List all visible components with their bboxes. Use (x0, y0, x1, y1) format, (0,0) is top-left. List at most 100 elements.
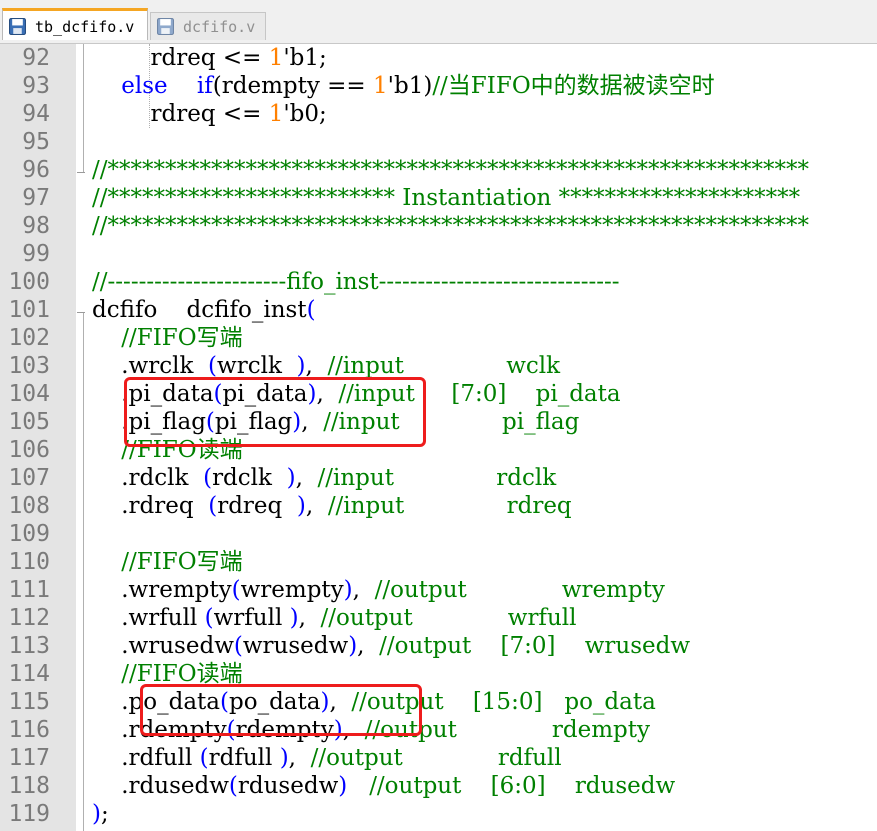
code-token: rdreq <= (92, 45, 269, 71)
code-token: //output wrfull (320, 605, 577, 631)
code-token: //-----------------------fifo_inst------… (92, 269, 620, 295)
line-number: 113 (8, 633, 50, 659)
code-line[interactable]: 118 .rdusedw(rdusedw) //output [6:0] rdu… (0, 772, 877, 800)
code-token: ( (203, 465, 213, 491)
code-token: ) (296, 493, 306, 519)
code-token: .wrusedw (92, 633, 234, 659)
code-token: .wrfull (92, 605, 205, 631)
line-number: 105 (8, 409, 50, 435)
code-token: ) (348, 633, 358, 659)
line-number: 98 (22, 213, 50, 239)
code-line[interactable]: 108 .rdreq (rdreq ), //input rdreq (0, 492, 877, 520)
code-token: //input rdclk (317, 465, 557, 491)
code-token: ) (286, 465, 296, 491)
code-text: .wrfull (wrfull ), //output wrfull (92, 604, 576, 632)
tab-dcfifo[interactable]: dcfifo.v (150, 12, 266, 40)
code-token: wrclk (217, 353, 297, 379)
code-line[interactable]: 119); (0, 800, 877, 828)
code-token: .rdclk (92, 465, 204, 491)
code-token: wrempty (240, 577, 344, 603)
code-token: 'b1; (283, 45, 327, 71)
code-line[interactable]: 110 //FIFO写端 (0, 548, 877, 576)
code-line[interactable]: 111 .wrempty(wrempty), //output wrempty (0, 576, 877, 604)
code-text: ); (92, 800, 109, 828)
code-line[interactable]: 96 //************************************… (0, 156, 877, 184)
code-token: rdfull (208, 745, 280, 771)
code-text: //**************************************… (92, 156, 809, 184)
code-line[interactable]: 109 (0, 520, 877, 548)
highlight-box-po-data (140, 684, 422, 736)
code-token: ( (204, 605, 214, 631)
code-text: dcfifo dcfifo_inst( (92, 296, 316, 324)
line-number: 118 (8, 773, 50, 799)
code-line[interactable]: 117 .rdfull (rdfull ), //output rdfull (0, 744, 877, 772)
line-number: 109 (8, 521, 50, 547)
code-text: .rdreq (rdreq ), //input rdreq (92, 492, 571, 520)
code-text: //**************************************… (92, 212, 809, 240)
code-token: (rdempty == (212, 73, 374, 99)
code-token: //************************* Instantiatio… (92, 185, 801, 211)
code-token: .rdfull (92, 745, 200, 771)
code-line[interactable]: 100 //-----------------------fifo_inst---… (0, 268, 877, 296)
code-token: rdreq (217, 493, 297, 519)
code-line[interactable]: 113 .wrusedw(wrusedw), //output [7:0] wr… (0, 632, 877, 660)
code-token: , (305, 353, 328, 379)
code-line[interactable]: 103 .wrclk (wrclk ), //input wclk (0, 352, 877, 380)
code-line[interactable]: 101 dcfifo dcfifo_inst( (0, 296, 877, 324)
code-token: ) (343, 577, 353, 603)
code-token: , (352, 577, 375, 603)
code-line[interactable]: 93 else if(rdempty == 1'b1)//当FIFO中的数据被读… (0, 72, 877, 100)
code-token: ) (289, 605, 299, 631)
code-token: ( (306, 297, 316, 323)
code-token: 1 (268, 45, 284, 71)
code-text: else if(rdempty == 1'b1)//当FIFO中的数据被读空时 (92, 72, 715, 100)
code-token: , (305, 493, 328, 519)
code-text: //-----------------------fifo_inst------… (92, 268, 620, 296)
code-line[interactable]: 99 (0, 240, 877, 268)
code-line[interactable]: 94 rdreq <= 1'b0; (0, 100, 877, 128)
code-token: .rdreq (92, 493, 209, 519)
line-number: 103 (8, 353, 50, 379)
code-token: ) (338, 773, 348, 799)
code-token: //output [7:0] wrusedw (379, 633, 691, 659)
code-line[interactable]: 102 //FIFO写端 (0, 324, 877, 352)
line-number: 100 (8, 269, 50, 295)
line-number: 94 (22, 101, 50, 127)
code-line[interactable]: 95 (0, 128, 877, 156)
line-number: 117 (8, 745, 50, 771)
code-token: .rdusedw (92, 773, 229, 799)
code-line[interactable]: 114 //FIFO读端 (0, 660, 877, 688)
code-text: .wrusedw(wrusedw), //output [7:0] wrused… (92, 632, 690, 660)
code-token: .wrempty (92, 577, 232, 603)
code-line[interactable]: 98 //************************************… (0, 212, 877, 240)
code-token: ( (233, 633, 243, 659)
code-line[interactable]: 107 .rdclk (rdclk ), //input rdclk (0, 464, 877, 492)
code-line[interactable]: 115 .po_data(po_data), //output [15:0] p… (0, 688, 877, 716)
code-line[interactable]: 112 .wrfull (wrfull ), //output wrfull (0, 604, 877, 632)
code-line[interactable]: 116 .rdempty(rdempty), //output rdempty (0, 716, 877, 744)
save-disk-icon (9, 18, 26, 35)
code-token: , (298, 605, 321, 631)
code-token: ( (231, 577, 241, 603)
tab-tb-dcfifo[interactable]: tb_dcfifo.v (2, 8, 148, 40)
line-number: 115 (8, 689, 50, 715)
code-token: //当FIFO中的数据被读空时 (432, 73, 715, 99)
line-number: 116 (8, 717, 50, 743)
code-token: ; (100, 801, 109, 827)
code-token: wrfull (213, 605, 290, 631)
code-token: ( (208, 353, 218, 379)
code-text: .rdusedw(rdusedw) //output [6:0] rdusedw (92, 772, 675, 800)
line-number: 101 (8, 297, 50, 323)
code-line[interactable]: 92 rdreq <= 1'b1; (0, 44, 877, 72)
code-text: //FIFO写端 (92, 548, 243, 576)
line-number: 99 (22, 241, 50, 267)
line-number: 95 (22, 129, 50, 155)
code-token: rdusedw (237, 773, 339, 799)
code-token: //**************************************… (92, 157, 809, 183)
code-token: //FIFO写端 (121, 549, 243, 575)
code-line[interactable]: 97 //************************* Instantiat… (0, 184, 877, 212)
code-token: rdreq <= (92, 101, 269, 127)
code-token: 'b1) (387, 73, 433, 99)
